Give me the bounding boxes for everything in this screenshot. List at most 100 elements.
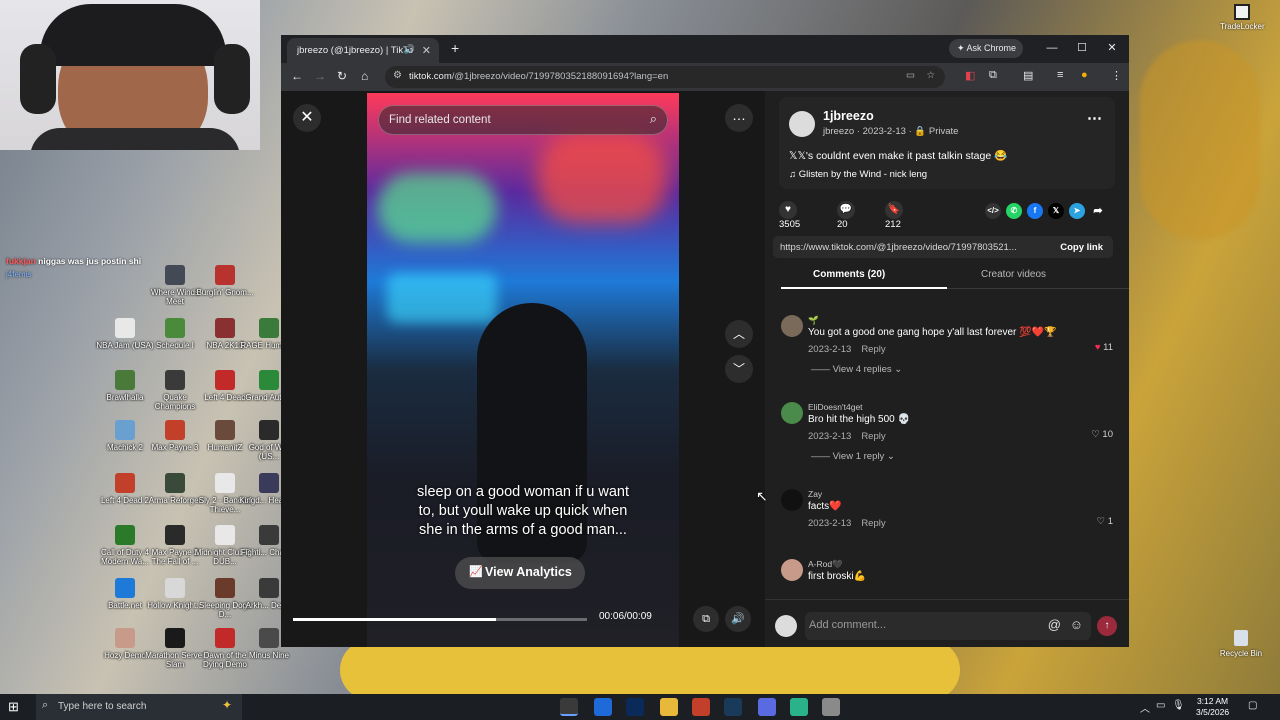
bookmark-star-icon[interactable]: ☆ — [926, 70, 935, 81]
extension-icon[interactable]: ◧ — [965, 69, 975, 82]
tray-chevron-icon[interactable]: ︿ — [1140, 700, 1150, 715]
reply-button[interactable]: Reply — [861, 518, 885, 529]
mic-icon[interactable]: 🎙 — [1172, 700, 1185, 711]
search-highlight-icon: ✦ — [221, 698, 232, 712]
search-icon[interactable]: ⌕ — [650, 111, 657, 127]
webcam-headphone-right — [214, 44, 250, 114]
save-button[interactable]: 🔖212 — [885, 201, 909, 230]
commenter-name[interactable]: A-Rod🖤 — [808, 559, 843, 570]
emoji-icon[interactable]: ☺ — [1070, 617, 1083, 632]
video-player[interactable]: Find related content ⌕ sleep on a good w… — [367, 93, 679, 647]
author-avatar[interactable] — [789, 111, 815, 137]
lock-icon: 🔒 — [914, 126, 927, 137]
x-icon[interactable]: 𝕏 — [1048, 203, 1064, 219]
windows-start-icon[interactable]: ⊞ — [8, 699, 19, 715]
photoshop-taskbar-icon[interactable] — [626, 698, 644, 716]
volume-button[interactable]: 🔊 — [725, 606, 751, 632]
view-replies-label: View 4 replies — [832, 364, 892, 375]
desktop-icon-recycle-bin[interactable]: Recycle Bin — [1218, 630, 1264, 658]
share-link-box[interactable]: https://www.tiktok.com/@1jbreezo/video/7… — [773, 236, 1113, 258]
mention-icon[interactable]: @ — [1048, 617, 1061, 632]
close-window-button[interactable]: ✕ — [1097, 39, 1127, 59]
taskbar-clock[interactable]: 3:12 AM 3/5/2026 — [1196, 696, 1229, 718]
find-related-search[interactable]: Find related content ⌕ — [378, 105, 668, 135]
commenter-avatar[interactable] — [781, 489, 803, 511]
comment-like-button[interactable]: ♥ 11 — [1095, 342, 1113, 353]
browser-menu-icon[interactable]: ⋮ — [1111, 69, 1122, 82]
embed-icon[interactable]: </> — [985, 203, 1001, 219]
minimize-button[interactable]: — — [1037, 39, 1067, 59]
app-icon — [115, 318, 135, 338]
tab-comments[interactable]: Comments (20) — [813, 269, 885, 280]
reply-button[interactable]: Reply — [861, 344, 885, 355]
desktop-icon-tradelocker[interactable]: TradeLocker — [1220, 4, 1265, 31]
commenter-name[interactable]: EliDoesn't4get — [808, 402, 863, 412]
more-options-button[interactable]: … — [725, 104, 753, 132]
author-display-name[interactable]: 1jbreezo — [823, 109, 874, 123]
chrome-taskbar-icon[interactable] — [560, 698, 578, 716]
view-replies-button[interactable]: —— View 1 reply ⌄ — [811, 451, 895, 462]
vscode-taskbar-icon[interactable] — [594, 698, 612, 716]
media-controls-icon[interactable]: ≡ — [1057, 69, 1063, 81]
app-taskbar-icon[interactable] — [790, 698, 808, 716]
video-progress-bar[interactable] — [293, 618, 587, 621]
desktop-icon[interactable]: Burglin' Gnom... — [194, 265, 256, 297]
extensions-puzzle-icon[interactable]: ⧉ — [989, 69, 997, 82]
commenter-avatar[interactable] — [781, 559, 803, 581]
commenter-avatar[interactable] — [781, 315, 803, 337]
comment-input-bar: Add comment... @ ☺ ↑ — [765, 599, 1129, 647]
comment-like-count: 11 — [1103, 342, 1113, 353]
telegram-icon[interactable]: ➤ — [1069, 203, 1085, 219]
ask-chrome-button[interactable]: ✦ Ask Chrome — [949, 39, 1023, 58]
home-button[interactable]: ⌂ — [361, 69, 368, 83]
app2-taskbar-icon[interactable] — [822, 698, 840, 716]
copy-link-button[interactable]: Copy link — [1060, 242, 1103, 253]
comment-like-button[interactable]: ♡ 1 — [1097, 516, 1113, 527]
commenter-name[interactable]: Zay — [808, 489, 822, 499]
comment-button[interactable]: 💬20 — [837, 201, 861, 230]
steam-taskbar-icon[interactable] — [724, 698, 742, 716]
comment-input[interactable]: Add comment... @ ☺ — [805, 612, 1091, 640]
file-explorer-taskbar-icon[interactable] — [660, 698, 678, 716]
site-info-icon[interactable]: ⚙ — [393, 70, 402, 81]
view-analytics-button[interactable]: 📈 View Analytics — [455, 557, 585, 589]
view-replies-button[interactable]: —— View 4 replies ⌄ — [811, 364, 902, 375]
reply-button[interactable]: Reply — [861, 431, 885, 442]
notifications-icon[interactable]: ▢ — [1248, 700, 1257, 711]
post-menu-button[interactable]: ⋯ — [1087, 109, 1102, 127]
send-button[interactable]: ↑ — [1097, 616, 1117, 636]
next-video-button[interactable]: ﹀ — [725, 355, 753, 383]
comment-like-button[interactable]: ♡ 10 — [1091, 429, 1113, 440]
address-bar[interactable]: ⚙ tiktok.com/@1jbreezo/video/71997803521… — [385, 66, 945, 88]
share-icon[interactable]: ➦ — [1090, 203, 1106, 219]
app-icon — [259, 578, 279, 598]
commenter-name[interactable]: 🌱 — [808, 315, 819, 326]
tab-bar: jbreezo (@1jbreezo) | TikTo 🔊 ✕ + ✦ Ask … — [281, 35, 1129, 63]
reload-button[interactable]: ↻ — [337, 69, 347, 83]
maximize-button[interactable]: ☐ — [1067, 39, 1097, 59]
network-icon[interactable]: ▭ — [1156, 700, 1165, 711]
tab-close-icon[interactable]: ✕ — [422, 44, 431, 57]
pip-button[interactable]: ⧉ — [693, 606, 719, 632]
back-button[interactable]: ← — [291, 69, 303, 83]
previous-video-button[interactable]: ︿ — [725, 320, 753, 348]
commenter-avatar[interactable] — [781, 402, 803, 424]
whatsapp-icon[interactable]: ✆ — [1006, 203, 1022, 219]
tab-creator-videos[interactable]: Creator videos — [981, 269, 1046, 280]
facebook-icon[interactable]: f — [1027, 203, 1043, 219]
forward-button[interactable]: → — [314, 69, 326, 83]
like-button[interactable]: ♥3505 — [779, 201, 803, 230]
new-tab-button[interactable]: + — [451, 40, 459, 56]
close-video-button[interactable]: ✕ — [293, 104, 321, 132]
tab-search-icon[interactable]: ▤ — [1023, 69, 1033, 82]
browser-tab[interactable]: jbreezo (@1jbreezo) | TikTo 🔊 ✕ — [287, 38, 439, 63]
panel-tabs: Comments (20) Creator videos — [765, 269, 1129, 289]
discord-taskbar-icon[interactable] — [758, 698, 776, 716]
author-meta: jbreezo · 2023-2-13 · 🔒 Private — [823, 126, 959, 137]
brave-taskbar-icon[interactable] — [692, 698, 710, 716]
post-music[interactable]: ♫ Glisten by the Wind - nick leng — [789, 169, 927, 180]
taskbar-search[interactable]: ⌕ Type here to search ✦ — [36, 694, 242, 720]
tab-audio-icon[interactable]: 🔊 — [404, 44, 415, 55]
profile-avatar-icon[interactable]: ● — [1081, 69, 1088, 81]
cast-icon[interactable]: ▭ — [906, 70, 915, 81]
